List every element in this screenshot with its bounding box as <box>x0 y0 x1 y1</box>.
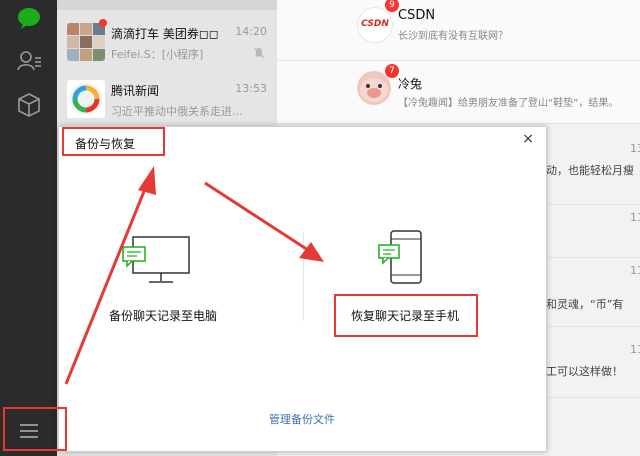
unread-badge: 7 <box>385 64 399 78</box>
article-time: 13 <box>630 142 640 155</box>
chat-item-tencent-news[interactable]: 腾讯新闻 13:53 习近平推动中俄关系走进... <box>57 72 277 128</box>
unread-dot <box>99 19 107 27</box>
chat-time: 14:20 <box>235 25 267 38</box>
csdn-logo: CSDN <box>361 19 389 29</box>
backup-to-pc-label[interactable]: 备份聊天记录至电脑 <box>109 307 217 324</box>
article-snippet: 运动，也能轻松月瘦 <box>535 164 634 177</box>
chat-preview: 习近平推动中俄关系走进... <box>111 105 243 118</box>
annotation-box-title <box>62 127 165 156</box>
chat-list-item-partial[interactable] <box>57 0 277 10</box>
article-snippet: 员工可以这样做！ <box>535 365 623 378</box>
phone-icon <box>378 230 422 284</box>
mute-bell-icon <box>253 47 265 59</box>
tencent-news-avatar <box>67 80 105 118</box>
wechat-window: 滴滴打车 美团券◻◻ 14:20 Feifei.S：[小程序] 腾讯新闻 13:… <box>0 0 640 456</box>
article-preview: 【冷兔趣闻】给男朋友准备了登山“鞋垫”，结果。 <box>398 98 619 109</box>
group-avatar <box>67 23 105 61</box>
unread-badge: 9 <box>385 0 399 12</box>
chat-time: 13:53 <box>235 82 267 95</box>
chat-name: 腾讯新闻 <box>111 84 160 98</box>
article-source: 冷兔 <box>398 77 423 91</box>
left-nav <box>0 0 57 456</box>
favorites-cube-icon[interactable] <box>16 92 42 118</box>
annotation-box-restore <box>334 294 478 337</box>
article-time: 11 <box>630 211 640 224</box>
article-time: 11 <box>630 343 640 356</box>
csdn-avatar: CSDN <box>357 7 393 43</box>
contacts-icon[interactable] <box>16 48 42 74</box>
lengtu-avatar <box>357 71 391 105</box>
divider <box>303 231 304 321</box>
backup-to-pc-option[interactable] <box>109 227 239 317</box>
article-preview: 长沙到底有没有互联网？ <box>398 31 508 42</box>
article-snippet: 体和灵魂，“币”有 <box>535 298 624 311</box>
restore-to-phone-option[interactable] <box>369 227 429 297</box>
chat-name: 滴滴打车 美团券◻◻ <box>111 27 219 41</box>
manage-backup-files-link[interactable]: 管理备份文件 <box>269 411 335 427</box>
article-time: 11 <box>630 264 640 277</box>
chat-item-didi[interactable]: 滴滴打车 美团券◻◻ 14:20 Feifei.S：[小程序] <box>57 15 277 71</box>
close-icon[interactable]: × <box>522 131 534 147</box>
backup-restore-dialog: 备份与恢复 × 备份聊天记录至电脑 恢复聊天记录至手机 管理备份文件 <box>58 126 547 452</box>
computer-monitor-icon <box>122 236 190 283</box>
chat-icon[interactable] <box>16 5 42 31</box>
annotation-box-menu <box>3 407 67 451</box>
article-source: CSDN <box>398 8 436 23</box>
article-csdn[interactable]: CSDN 9 CSDN 长沙到底有没有互联网？ <box>277 0 640 61</box>
chat-preview: Feifei.S：[小程序] <box>111 48 204 61</box>
article-lengtu[interactable]: 7 冷兔 【冷兔趣闻】给男朋友准备了登山“鞋垫”，结果。 <box>277 61 640 124</box>
